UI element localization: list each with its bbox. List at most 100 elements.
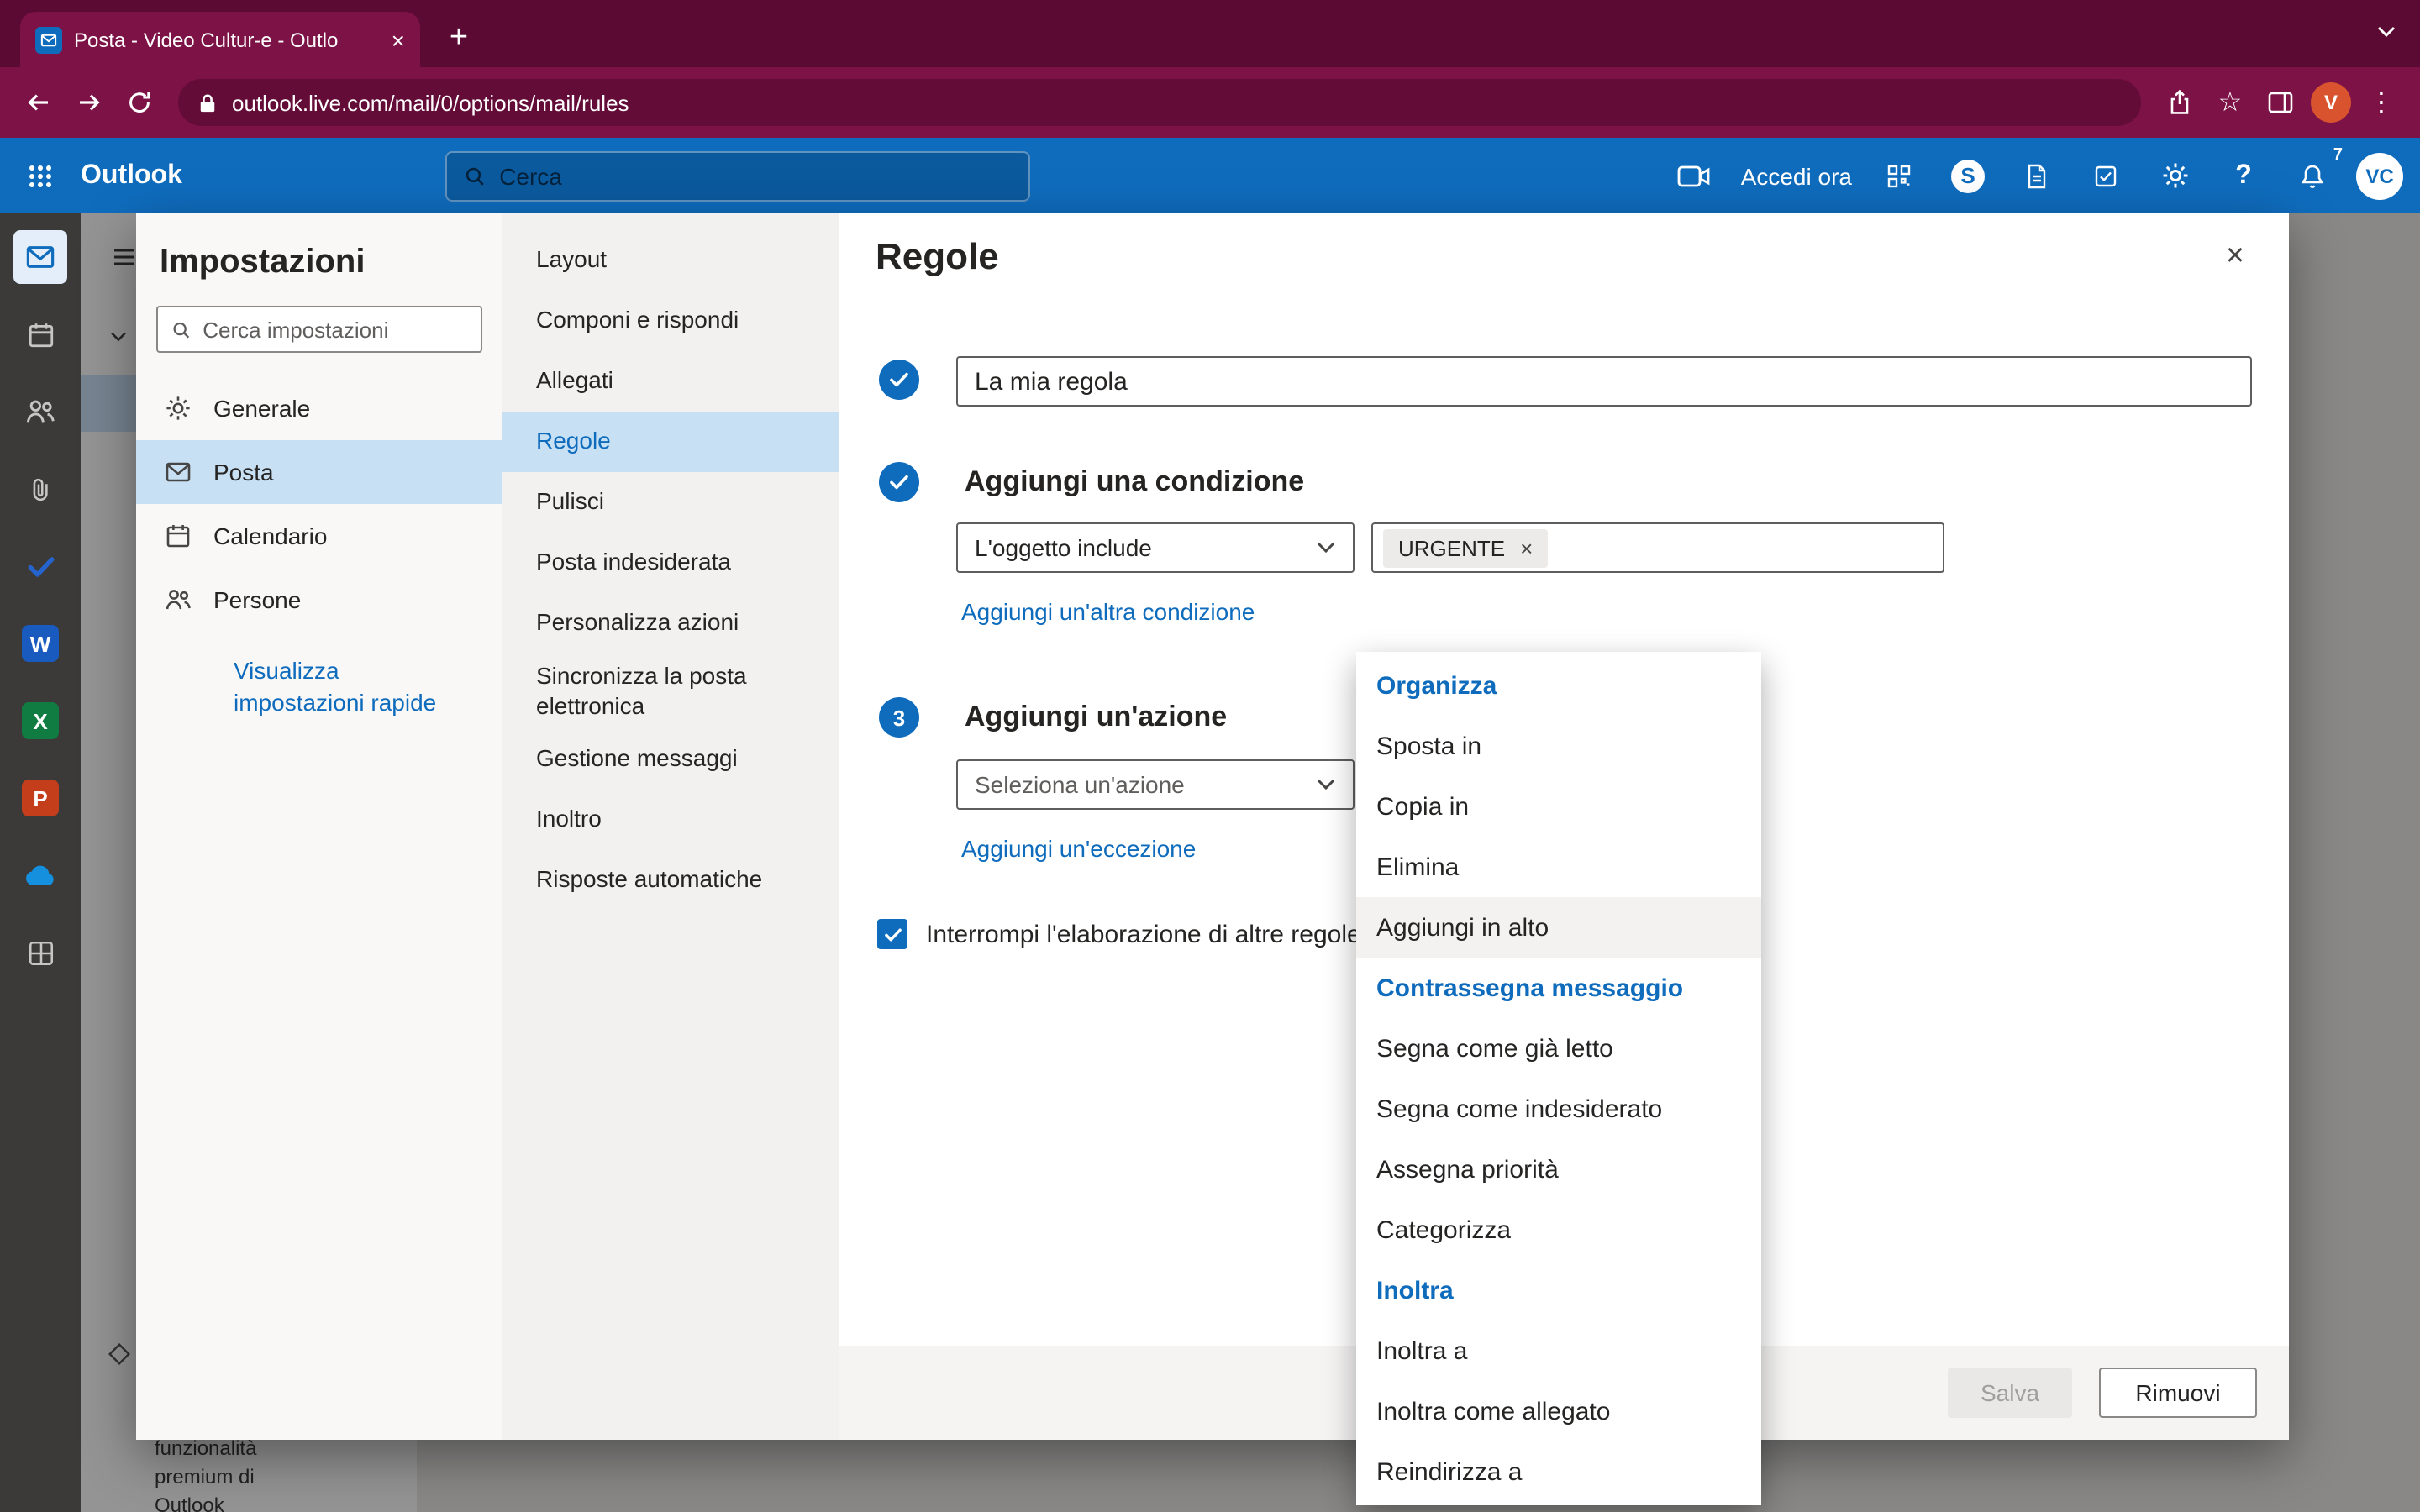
category-personalizza-azioni[interactable]: Personalizza azioni (502, 593, 839, 654)
document-icon[interactable] (2012, 150, 2062, 201)
menu-item-inoltra-allegato[interactable]: Inoltra come allegato (1356, 1381, 1761, 1441)
tab-title: Posta - Video Cultur-e - Outlo (74, 28, 381, 51)
rail-more-apps-icon[interactable] (13, 926, 67, 979)
settings-gear-icon[interactable] (2149, 150, 2200, 201)
action-dropdown[interactable]: Seleziona un'azione (956, 759, 1355, 810)
menu-item-inoltra-a[interactable]: Inoltra a (1356, 1320, 1761, 1381)
close-icon[interactable]: × (2212, 234, 2259, 281)
quick-settings-link[interactable]: Visualizza impostazioni rapide (136, 632, 455, 719)
remove-button[interactable]: Rimuovi (2099, 1368, 2257, 1418)
search-icon (464, 165, 486, 188)
rail-mail-icon[interactable] (13, 230, 67, 284)
condition-chip[interactable]: URGENTE × (1383, 528, 1548, 567)
browser-tab[interactable]: Posta - Video Cultur-e - Outlo × (20, 12, 420, 67)
rule-name-input[interactable] (956, 356, 2252, 407)
category-sincronizza[interactable]: Sincronizza la posta elettronica (502, 654, 839, 729)
back-icon[interactable] (13, 77, 64, 128)
category-posta-indesiderata[interactable]: Posta indesiderata (502, 533, 839, 593)
condition-heading: Aggiungi una condizione (965, 465, 1304, 499)
outlook-wordmark[interactable]: Outlook (81, 160, 182, 191)
add-exception-link[interactable]: Aggiungi un'eccezione (961, 835, 1196, 862)
add-condition-link[interactable]: Aggiungi un'altra condizione (961, 598, 1255, 625)
forward-icon[interactable] (64, 77, 114, 128)
menu-item-assegna-priorita[interactable]: Assegna priorità (1356, 1139, 1761, 1200)
menu-group-inoltra: Inoltra (1356, 1260, 1761, 1320)
reload-icon[interactable] (114, 77, 165, 128)
settings-nav-persone[interactable]: Persone (136, 568, 502, 632)
outlook-search-box[interactable] (445, 151, 1030, 202)
rail-people-icon[interactable] (13, 385, 67, 438)
share-icon[interactable] (2154, 77, 2205, 128)
meet-now-icon[interactable] (1669, 150, 1719, 201)
menu-item-segna-indesiderato[interactable]: Segna come indesiderato (1356, 1079, 1761, 1139)
save-button[interactable]: Salva (1948, 1368, 2072, 1418)
stop-processing-row[interactable]: Interrompi l'elaborazione di altre regol… (877, 919, 1361, 949)
search-icon (171, 318, 191, 340)
menu-item-copia-in[interactable]: Copia in (1356, 776, 1761, 837)
tab-search-chevron-icon[interactable] (2376, 25, 2396, 39)
menu-group-organizza: Organizza (1356, 655, 1761, 716)
rail-word-icon[interactable]: W (13, 617, 67, 670)
bookmark-star-icon[interactable]: ☆ (2205, 77, 2255, 128)
condition-value-field[interactable]: URGENTE × (1371, 522, 1944, 573)
chip-remove-icon[interactable]: × (1520, 535, 1533, 560)
chevron-down-icon (1316, 778, 1336, 791)
settings-category-panel: Layout Componi e rispondi Allegati Regol… (502, 213, 839, 1440)
settings-nav-generale[interactable]: Generale (136, 376, 502, 440)
rail-calendar-icon[interactable] (13, 307, 67, 361)
url-text: outlook.live.com/mail/0/options/mail/rul… (232, 90, 629, 115)
rail-excel-icon[interactable]: X (13, 694, 67, 748)
stop-processing-checkbox[interactable] (877, 919, 908, 949)
stop-processing-label: Interrompi l'elaborazione di altre regol… (926, 920, 1361, 948)
url-bar[interactable]: outlook.live.com/mail/0/options/mail/rul… (178, 79, 2141, 126)
category-inoltro[interactable]: Inoltro (502, 790, 839, 850)
nav-label: Persone (213, 586, 301, 613)
outlook-favicon-icon (35, 26, 62, 53)
help-icon[interactable]: ? (2218, 150, 2269, 201)
tasks-icon[interactable] (2081, 150, 2131, 201)
new-tab-button[interactable]: + (437, 17, 481, 60)
category-componi[interactable]: Componi e rispondi (502, 291, 839, 351)
notification-count-badge: 7 (2333, 145, 2343, 164)
browser-profile-avatar[interactable]: V (2306, 77, 2356, 128)
menu-item-aggiungi-in-alto[interactable]: Aggiungi in alto (1356, 897, 1761, 958)
nav-label: Posta (213, 459, 274, 486)
category-regole[interactable]: Regole (502, 412, 839, 472)
rail-onedrive-icon[interactable] (13, 848, 67, 902)
sign-in-link[interactable]: Accedi ora (1741, 162, 1852, 189)
tab-close-icon[interactable]: × (392, 26, 405, 53)
outlook-header: Outlook Accedi ora S (0, 138, 2420, 213)
category-allegati[interactable]: Allegati (502, 351, 839, 412)
mail-icon (165, 459, 192, 486)
category-layout[interactable]: Layout (502, 230, 839, 291)
side-panel-icon[interactable] (2255, 77, 2306, 128)
nav-label: Calendario (213, 522, 327, 549)
menu-item-sposta-in[interactable]: Sposta in (1356, 716, 1761, 776)
settings-search-box[interactable] (156, 306, 482, 353)
category-pulisci[interactable]: Pulisci (502, 472, 839, 533)
outlook-search-input[interactable] (499, 163, 1012, 190)
settings-nav-posta[interactable]: Posta (136, 440, 502, 504)
app-launcher-icon[interactable] (0, 138, 81, 213)
step-2-check-icon (879, 462, 919, 502)
settings-nav-calendario[interactable]: Calendario (136, 504, 502, 568)
qr-code-icon[interactable] (1874, 150, 1924, 201)
step-1-check-icon (879, 360, 919, 400)
rail-powerpoint-icon[interactable]: P (13, 771, 67, 825)
browser-menu-icon[interactable]: ⋮ (2356, 77, 2407, 128)
condition-dropdown[interactable]: L'oggetto include (956, 522, 1355, 573)
rail-attachments-icon[interactable] (13, 462, 67, 516)
menu-item-categorizza[interactable]: Categorizza (1356, 1200, 1761, 1260)
category-gestione-messaggi[interactable]: Gestione messaggi (502, 729, 839, 790)
category-risposte-automatiche[interactable]: Risposte automatiche (502, 850, 839, 911)
notifications-bell-icon[interactable]: 7 (2287, 150, 2338, 201)
account-avatar[interactable]: VC (2356, 152, 2403, 199)
settings-search-input[interactable] (203, 317, 467, 342)
skype-icon[interactable]: S (1943, 150, 1993, 201)
menu-item-elimina[interactable]: Elimina (1356, 837, 1761, 897)
menu-group-contrassegna: Contrassegna messaggio (1356, 958, 1761, 1018)
menu-item-segna-gia-letto[interactable]: Segna come già letto (1356, 1018, 1761, 1079)
rail-todo-icon[interactable] (13, 539, 67, 593)
menu-item-reindirizza-a[interactable]: Reindirizza a (1356, 1441, 1761, 1502)
condition-dropdown-value: L'oggetto include (975, 534, 1152, 561)
